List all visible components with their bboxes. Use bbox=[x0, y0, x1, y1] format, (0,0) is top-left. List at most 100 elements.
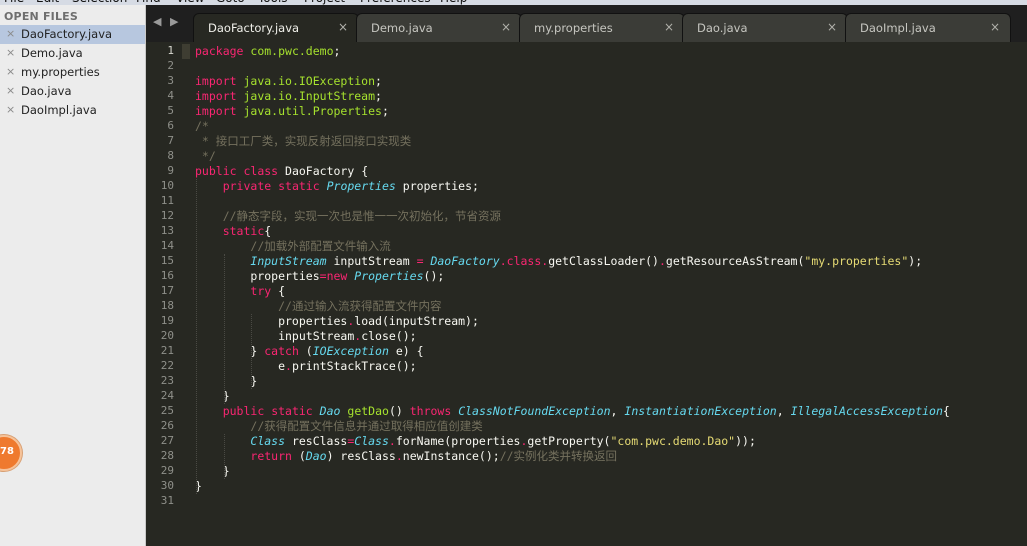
code-token: static bbox=[271, 404, 313, 418]
code-token: . bbox=[499, 254, 507, 268]
line-number: 25 bbox=[160, 404, 174, 417]
code-token: //实例化类并转换返回 bbox=[499, 449, 618, 463]
code-line[interactable]: InputStream inputStream = DaoFactory.cla… bbox=[195, 254, 922, 269]
tab-back-arrow-icon[interactable]: ◀ bbox=[153, 15, 161, 28]
code-line[interactable]: properties.load(inputStream); bbox=[195, 314, 479, 329]
tab-label: DaoImpl.java bbox=[860, 21, 936, 35]
line-number: 13 bbox=[160, 224, 174, 237]
code-editor[interactable]: 1 2 3 4 5 6 7 8 9 10 11 12 13 14 15 16 17 18 19 20 21 22 23 24 2… bbox=[146, 42, 1027, 546]
open-file-item[interactable]: × Demo.java bbox=[0, 44, 145, 63]
line-number: 26 bbox=[160, 419, 174, 432]
tab-close-icon[interactable]: × bbox=[827, 20, 837, 34]
code-token: properties bbox=[195, 314, 348, 328]
code-token: ) resClass bbox=[326, 449, 396, 463]
code-line[interactable]: properties=new Properties(); bbox=[195, 269, 444, 284]
open-file-item[interactable]: × Dao.java bbox=[0, 82, 145, 101]
code-token: java.io.InputStream bbox=[243, 89, 376, 103]
code-token: (); bbox=[423, 269, 445, 283]
line-number-gutter: 1 2 3 4 5 6 7 8 9 10 11 12 13 14 15 16 17 18 19 20 21 22 23 24 2… bbox=[146, 42, 182, 546]
code-token: e bbox=[195, 359, 286, 373]
code-token: public bbox=[222, 404, 265, 418]
code-token: ; bbox=[381, 104, 389, 118]
close-file-icon[interactable]: × bbox=[6, 65, 15, 78]
code-token: static bbox=[222, 224, 265, 238]
code-line[interactable]: //通过输入流获得配置文件内容 bbox=[195, 299, 441, 314]
close-file-icon[interactable]: × bbox=[6, 103, 15, 116]
code-line[interactable]: return (Dao) resClass.newInstance();//实例… bbox=[195, 449, 617, 464]
code-token: Properties bbox=[326, 179, 396, 193]
code-line[interactable]: } bbox=[195, 374, 257, 389]
tab-demo-java[interactable]: Demo.java × bbox=[356, 13, 522, 42]
code-token: ; bbox=[375, 74, 382, 88]
open-files-heading: OPEN FILES bbox=[4, 10, 79, 23]
tab-daoimpl-java[interactable]: DaoImpl.java × bbox=[845, 13, 1011, 42]
sidebar: OPEN FILES × DaoFactory.java × Demo.java × my… bbox=[0, 5, 146, 546]
code-line[interactable]: public class DaoFactory { bbox=[195, 164, 368, 179]
code-token: InstantiationException bbox=[624, 404, 777, 418]
close-file-icon[interactable]: × bbox=[6, 27, 15, 40]
tab-close-icon[interactable]: × bbox=[990, 20, 1000, 34]
code-token: forName(properties bbox=[395, 434, 521, 448]
tab-dao-java[interactable]: Dao.java × bbox=[682, 13, 848, 42]
tab-bar: ◀ ▶ DaoFactory.java × Demo.java × my.propert… bbox=[146, 5, 1027, 42]
code-line[interactable]: import java.io.InputStream; bbox=[195, 89, 382, 104]
code-token: e) { bbox=[388, 344, 424, 358]
code-token: InputStream bbox=[250, 254, 327, 268]
code-line[interactable]: package com.pwc.demo; bbox=[195, 44, 340, 59]
code-line[interactable]: import java.util.Properties; bbox=[195, 104, 389, 119]
code-token: ; bbox=[333, 44, 341, 58]
code-line[interactable]: Class resClass=Class.forName(properties.… bbox=[195, 434, 756, 449]
code-token: public bbox=[195, 164, 237, 178]
tab-close-icon[interactable]: × bbox=[501, 20, 511, 34]
code-line[interactable]: //加载外部配置文件输入流 bbox=[195, 239, 390, 254]
code-line[interactable]: * 接口工厂类，实现反射返回接口实现类 bbox=[195, 134, 411, 149]
code-token: getClassLoader() bbox=[548, 254, 659, 268]
open-file-item[interactable]: × DaoFactory.java bbox=[0, 25, 145, 44]
code-line[interactable]: import java.io.IOException; bbox=[195, 74, 382, 89]
code-line[interactable]: private static Properties properties; bbox=[195, 179, 479, 194]
code-line[interactable]: /* bbox=[195, 119, 209, 134]
code-line[interactable]: public static Dao getDao() throws ClassN… bbox=[195, 404, 950, 419]
close-file-icon[interactable]: × bbox=[6, 84, 15, 97]
code-token: { bbox=[942, 404, 950, 418]
code-token: ); bbox=[908, 254, 923, 268]
tab-forward-arrow-icon[interactable]: ▶ bbox=[170, 15, 178, 28]
close-file-icon[interactable]: × bbox=[6, 46, 15, 59]
code-token: = bbox=[416, 254, 424, 268]
tab-close-icon[interactable]: × bbox=[338, 20, 348, 34]
line-number: 6 bbox=[167, 119, 174, 132]
code-token: )); bbox=[735, 434, 756, 448]
line-number: 23 bbox=[160, 374, 174, 387]
open-file-label: DaoFactory.java bbox=[21, 27, 113, 41]
code-line[interactable]: //获得配置文件信息并通过取得相应值创建类 bbox=[195, 419, 482, 434]
code-line[interactable]: e.printStackTrace(); bbox=[195, 359, 417, 374]
code-line[interactable]: //静态字段，实现一次也是惟一一次初始化，节省资源 bbox=[195, 209, 501, 224]
tab-daofactory-java[interactable]: DaoFactory.java × bbox=[193, 13, 359, 42]
code-line[interactable]: inputStream.close(); bbox=[195, 329, 417, 344]
line-number: 4 bbox=[167, 89, 174, 102]
open-file-item[interactable]: × DaoImpl.java bbox=[0, 101, 145, 120]
code-token: import bbox=[195, 74, 237, 88]
line-number: 14 bbox=[160, 239, 174, 252]
code-line[interactable]: try { bbox=[195, 284, 285, 299]
code-token: */ bbox=[195, 149, 216, 163]
open-file-item[interactable]: × my.properties bbox=[0, 63, 145, 82]
code-token: } bbox=[195, 374, 258, 388]
code-token: newInstance(); bbox=[402, 449, 500, 463]
code-token: DaoFactory { bbox=[278, 164, 369, 178]
tab-close-icon[interactable]: × bbox=[664, 20, 674, 34]
indent-guide bbox=[223, 434, 225, 479]
line-number: 8 bbox=[167, 149, 174, 162]
code-line[interactable]: } catch (IOException e) { bbox=[195, 344, 424, 359]
line-number: 20 bbox=[160, 329, 174, 342]
code-line[interactable]: */ bbox=[195, 149, 216, 164]
code-token: //通过输入流获得配置文件内容 bbox=[278, 299, 442, 313]
tab-my-properties[interactable]: my.properties × bbox=[519, 13, 685, 42]
code-token: ; bbox=[375, 89, 382, 103]
code-line[interactable]: static{ bbox=[195, 224, 271, 239]
